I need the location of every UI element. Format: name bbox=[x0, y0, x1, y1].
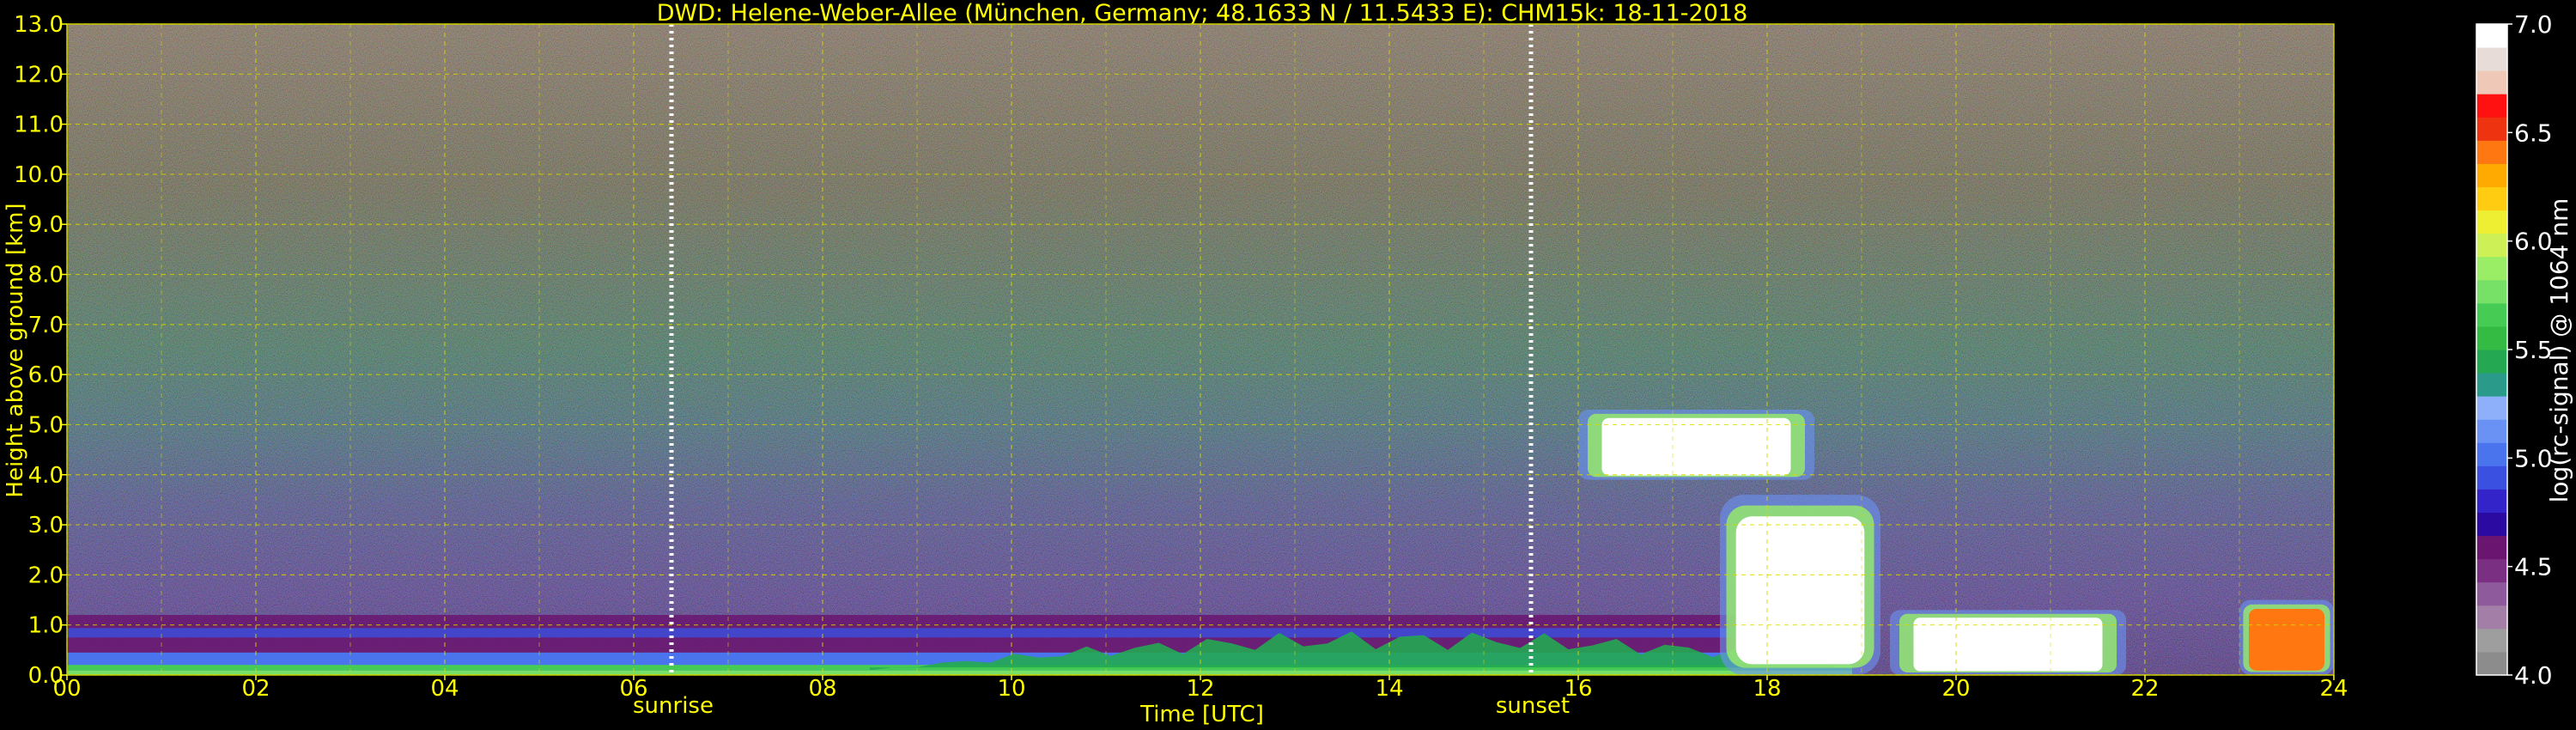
cloud-core bbox=[1601, 417, 1791, 476]
x-tick-label: 10 bbox=[997, 676, 1025, 702]
colorbar bbox=[2476, 23, 2508, 676]
colorbar-segment bbox=[2476, 628, 2507, 653]
y-tick-label: 3.0 bbox=[28, 513, 64, 538]
feature-low-cloud-1 bbox=[1720, 495, 1880, 675]
colorbar-segment bbox=[2476, 373, 2507, 397]
colorbar-segment bbox=[2476, 465, 2507, 490]
y-tick-label: 8.0 bbox=[28, 263, 64, 289]
colorbar-segment bbox=[2476, 535, 2507, 560]
feature-high-cloud bbox=[1578, 409, 1814, 480]
colorbar-segment bbox=[2476, 302, 2507, 327]
colorbar-segment bbox=[2476, 419, 2507, 443]
colorbar-segment bbox=[2476, 94, 2507, 118]
colorbar-tick-label: 4.0 bbox=[2514, 661, 2553, 690]
y-tick-label: 6.0 bbox=[28, 362, 64, 388]
colorbar-tick-label: 7.0 bbox=[2514, 10, 2553, 39]
cloud-core bbox=[1913, 617, 2103, 672]
colorbar-tick-label: 4.5 bbox=[2514, 553, 2553, 581]
lidar-figure: DWD: Helene-Weber-Allee (München, German… bbox=[3, 0, 2573, 727]
colorbar-segment bbox=[2476, 47, 2507, 71]
y-tick-label: 13.0 bbox=[14, 12, 64, 38]
y-tick-label: 4.0 bbox=[28, 463, 64, 489]
colorbar-tick-label: 6.5 bbox=[2514, 119, 2553, 147]
colorbar-segment bbox=[2476, 651, 2507, 676]
colorbar-segment bbox=[2476, 605, 2507, 630]
x-tick-label: 16 bbox=[1564, 676, 1592, 702]
x-tick-label: 22 bbox=[2130, 676, 2159, 702]
colorbar-segment bbox=[2476, 581, 2507, 606]
y-tick-label: 2.0 bbox=[28, 563, 64, 588]
x-tick-label: 02 bbox=[241, 676, 270, 702]
chart-title: DWD: Helene-Weber-Allee (München, German… bbox=[657, 0, 1748, 27]
colorbar-segment bbox=[2476, 117, 2507, 141]
colorbar-segment bbox=[2476, 256, 2507, 281]
colorbar-segment bbox=[2476, 140, 2507, 164]
marker-label-sunset: sunset bbox=[1496, 693, 1570, 719]
y-tick-label: 5.0 bbox=[28, 412, 64, 438]
x-tick-label: 04 bbox=[430, 676, 459, 702]
x-tick-label: 24 bbox=[2319, 676, 2348, 702]
y-tick-label: 7.0 bbox=[28, 313, 64, 338]
cloud-core bbox=[1735, 516, 1865, 665]
plot-area bbox=[66, 23, 2335, 676]
colorbar-segment bbox=[2476, 24, 2507, 48]
colorbar-segment bbox=[2476, 325, 2507, 350]
colorbar-segment bbox=[2476, 512, 2507, 537]
colorbar-segment bbox=[2476, 163, 2507, 187]
x-tick-label: 08 bbox=[808, 676, 836, 702]
x-axis-label: Time [UTC] bbox=[1139, 702, 1264, 727]
colorbar-segment bbox=[2476, 442, 2507, 466]
y-tick-label: 12.0 bbox=[14, 62, 64, 88]
x-tick-label: 06 bbox=[619, 676, 647, 702]
y-tick-label: 9.0 bbox=[28, 212, 64, 238]
colorbar-segment bbox=[2476, 210, 2507, 234]
colorbar-segment bbox=[2476, 489, 2507, 513]
colorbar-segment bbox=[2476, 233, 2507, 258]
colorbar-segment bbox=[2476, 558, 2507, 583]
feature-surface-layer-base bbox=[67, 670, 1852, 675]
colorbar-segment bbox=[2476, 396, 2507, 420]
colorbar-segment bbox=[2476, 186, 2507, 211]
colorbar-segment bbox=[2476, 350, 2507, 374]
y-tick-label: 10.0 bbox=[14, 162, 64, 188]
x-tick-label: 12 bbox=[1186, 676, 1214, 702]
y-tick-label: 1.0 bbox=[28, 613, 64, 639]
x-tick-label: 14 bbox=[1375, 676, 1403, 702]
y-axis-label: Height above ground [km] bbox=[3, 203, 28, 497]
feature-low-cloud-3 bbox=[2239, 599, 2334, 675]
colorbar-segment bbox=[2476, 70, 2507, 94]
feature-residual-layer-band bbox=[67, 628, 1852, 638]
x-tick-label: 20 bbox=[1941, 676, 1970, 702]
x-tick-label: 18 bbox=[1753, 676, 1781, 702]
cloud-core bbox=[2249, 609, 2324, 671]
y-tick-label: 0.0 bbox=[28, 663, 64, 689]
colorbar-segment bbox=[2476, 279, 2507, 304]
y-tick-label: 11.0 bbox=[14, 113, 64, 138]
colorbar-label: log(rc-signal) @ 1064 nm bbox=[2545, 198, 2573, 503]
feature-low-cloud-2 bbox=[1890, 610, 2126, 675]
